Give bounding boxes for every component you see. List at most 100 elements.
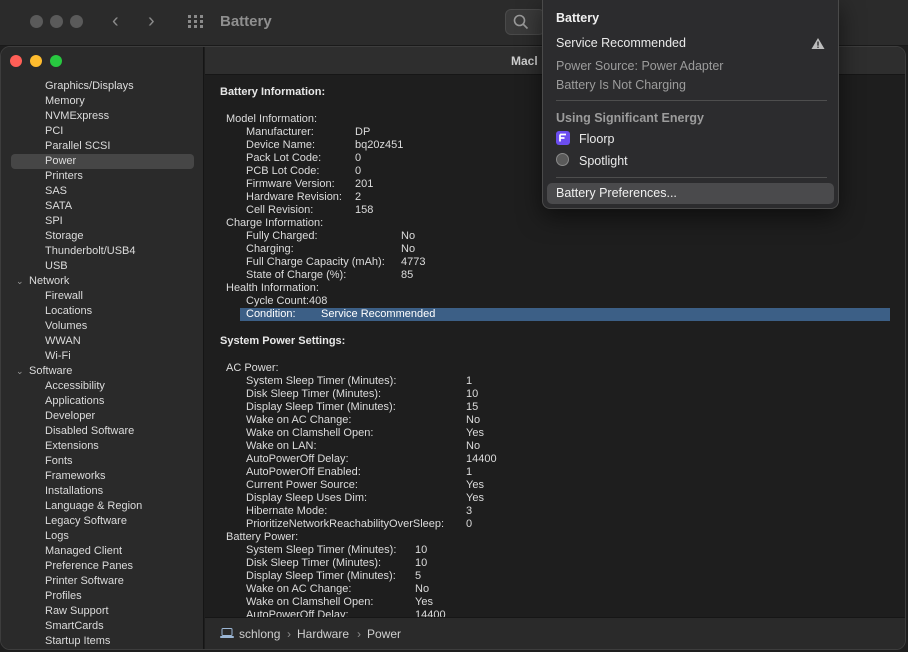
path-separator: › xyxy=(357,627,361,641)
sidebar-item-firewall[interactable]: Firewall xyxy=(1,289,204,304)
sidebar-item-logs[interactable]: Logs xyxy=(1,529,204,544)
model-info-key: Cell Revision: xyxy=(246,204,314,216)
sidebar-item-volumes[interactable]: Volumes xyxy=(1,319,204,334)
ac-power-value: Yes xyxy=(466,479,484,491)
sidebar-item-label: Power xyxy=(45,155,77,167)
sidebar-item-startup-items[interactable]: Startup Items xyxy=(1,634,204,649)
menu-title: Battery xyxy=(556,11,600,25)
sidebar-item-usb[interactable]: USB xyxy=(1,259,204,274)
ac-power-key: Disk Sleep Timer (Minutes): xyxy=(246,388,382,400)
sidebar-item-wwan[interactable]: WWAN xyxy=(1,334,204,349)
ac-power-value: 14400 xyxy=(466,453,497,465)
battery-power-value: No xyxy=(415,583,430,595)
sidebar-item-nvmexpress[interactable]: NVMExpress xyxy=(1,109,204,124)
sidebar-group-network[interactable]: ⌄ Network xyxy=(1,274,204,289)
ac-power-value: 3 xyxy=(466,505,473,517)
grid-icon[interactable] xyxy=(188,15,204,34)
forward-arrow-icon[interactable]: › xyxy=(148,10,155,33)
app-item-floorp[interactable]: Floorp xyxy=(579,132,614,146)
path-item-computer[interactable]: schlong xyxy=(239,627,280,641)
battery-power-heading: Battery Power: xyxy=(226,531,299,543)
charge-info-value: 85 xyxy=(401,269,414,281)
spotlight-icon xyxy=(556,153,569,166)
sidebar-item-disabled-software[interactable]: Disabled Software xyxy=(1,424,204,439)
zoom-button[interactable] xyxy=(50,55,62,67)
model-info-value: DP xyxy=(355,126,371,138)
health-info-key: Cycle Count: xyxy=(246,295,309,307)
ac-power-value: 1 xyxy=(466,375,473,387)
battery-power-value: 10 xyxy=(415,557,428,569)
sidebar-item-printer-software[interactable]: Printer Software xyxy=(1,574,204,589)
ac-power-key: Wake on LAN: xyxy=(246,440,317,452)
sidebar-item-sata[interactable]: SATA xyxy=(1,199,204,214)
ac-power-value: 10 xyxy=(466,388,479,400)
sidebar-item-label: Developer xyxy=(45,410,96,422)
ac-power-value: No xyxy=(466,440,481,452)
battery-power-key: System Sleep Timer (Minutes): xyxy=(246,544,397,556)
sidebar-item-preference-panes[interactable]: Preference Panes xyxy=(1,559,204,574)
model-info-key: Hardware Revision: xyxy=(246,191,342,203)
battery-power-key: Disk Sleep Timer (Minutes): xyxy=(246,557,382,569)
sidebar-item-power[interactable]: Power xyxy=(11,154,194,169)
system-power-settings-heading: System Power Settings: xyxy=(220,335,346,347)
health-info-key: Condition: xyxy=(246,308,296,320)
sidebar-item-fonts[interactable]: Fonts xyxy=(1,454,204,469)
model-info-key: Firmware Version: xyxy=(246,178,335,190)
ac-power-value: Yes xyxy=(466,427,484,439)
sidebar-item-memory[interactable]: Memory xyxy=(1,94,204,109)
battery-menu: Battery Service Recommended Power Source… xyxy=(542,0,839,209)
sidebar-item-label: SATA xyxy=(45,200,73,212)
model-info-value: 201 xyxy=(355,178,374,190)
sidebar-item-frameworks[interactable]: Frameworks xyxy=(1,469,204,484)
sidebar-item-spi[interactable]: SPI xyxy=(1,214,204,229)
sidebar-item-printers[interactable]: Printers xyxy=(1,169,204,184)
sidebar-item-developer[interactable]: Developer xyxy=(1,409,204,424)
sidebar-item-label: SAS xyxy=(45,185,68,197)
menu-separator xyxy=(556,100,827,101)
sidebar-item-applications[interactable]: Applications xyxy=(1,394,204,409)
path-item-hardware[interactable]: Hardware xyxy=(297,627,349,641)
health-information-heading: Health Information: xyxy=(226,282,319,294)
sidebar-item-installations[interactable]: Installations xyxy=(1,484,204,499)
sidebar-item-locations[interactable]: Locations xyxy=(1,304,204,319)
search-field[interactable] xyxy=(505,9,545,35)
model-info-value: 2 xyxy=(355,191,362,203)
sidebar-item-graphics-displays[interactable]: Graphics/Displays xyxy=(1,79,204,94)
ac-power-value: 0 xyxy=(466,518,473,530)
sidebar-group-software[interactable]: ⌄ Software xyxy=(1,364,204,379)
sidebar-item-extensions[interactable]: Extensions xyxy=(1,439,204,454)
charge-info-key: Charging: xyxy=(246,243,294,255)
sidebar-item-managed-client[interactable]: Managed Client xyxy=(1,544,204,559)
ac-power-heading: AC Power: xyxy=(226,362,279,374)
sidebar-item-accessibility[interactable]: Accessibility xyxy=(1,379,204,394)
sidebar-item-smartcards[interactable]: SmartCards xyxy=(1,619,204,634)
charging-state-text: Battery Is Not Charging xyxy=(556,78,686,92)
sidebar-item-pci[interactable]: PCI xyxy=(1,124,204,139)
ac-power-value: Yes xyxy=(466,492,484,504)
sidebar-item-profiles[interactable]: Profiles xyxy=(1,589,204,604)
sidebar-item-legacy-software[interactable]: Legacy Software xyxy=(1,514,204,529)
back-arrow-icon[interactable]: ‹ xyxy=(112,10,119,33)
sidebar-item-label: Memory xyxy=(45,95,85,107)
model-info-key: Pack Lot Code: xyxy=(246,152,322,164)
model-info-key: Manufacturer: xyxy=(246,126,314,138)
path-item-power[interactable]: Power xyxy=(367,627,401,641)
sidebar-item-label: PCI xyxy=(45,125,64,137)
close-button[interactable] xyxy=(10,55,22,67)
sidebar-item-storage[interactable]: Storage xyxy=(1,229,204,244)
battery-preferences-menu-item[interactable]: Battery Preferences... xyxy=(547,183,834,204)
sidebar-item-wi-fi[interactable]: Wi-Fi xyxy=(1,349,204,364)
sidebar-item-language-region[interactable]: Language & Region xyxy=(1,499,204,514)
chevron-down-icon[interactable]: ⌄ xyxy=(16,274,24,289)
sidebar-item-thunderbolt-usb4[interactable]: Thunderbolt/USB4 xyxy=(1,244,204,259)
sidebar-item-label: Fonts xyxy=(45,455,73,467)
app-item-spotlight[interactable]: Spotlight xyxy=(579,154,628,168)
sidebar-item-label: Managed Client xyxy=(45,545,123,557)
minimize-button[interactable] xyxy=(30,55,42,67)
sidebar-item-label: Startup Items xyxy=(45,635,111,647)
sidebar-item-parallel-scsi[interactable]: Parallel SCSI xyxy=(1,139,204,154)
sidebar-item-sas[interactable]: SAS xyxy=(1,184,204,199)
sidebar-item-raw-support[interactable]: Raw Support xyxy=(1,604,204,619)
model-info-value: bq20z451 xyxy=(355,139,404,151)
chevron-down-icon[interactable]: ⌄ xyxy=(16,364,24,379)
